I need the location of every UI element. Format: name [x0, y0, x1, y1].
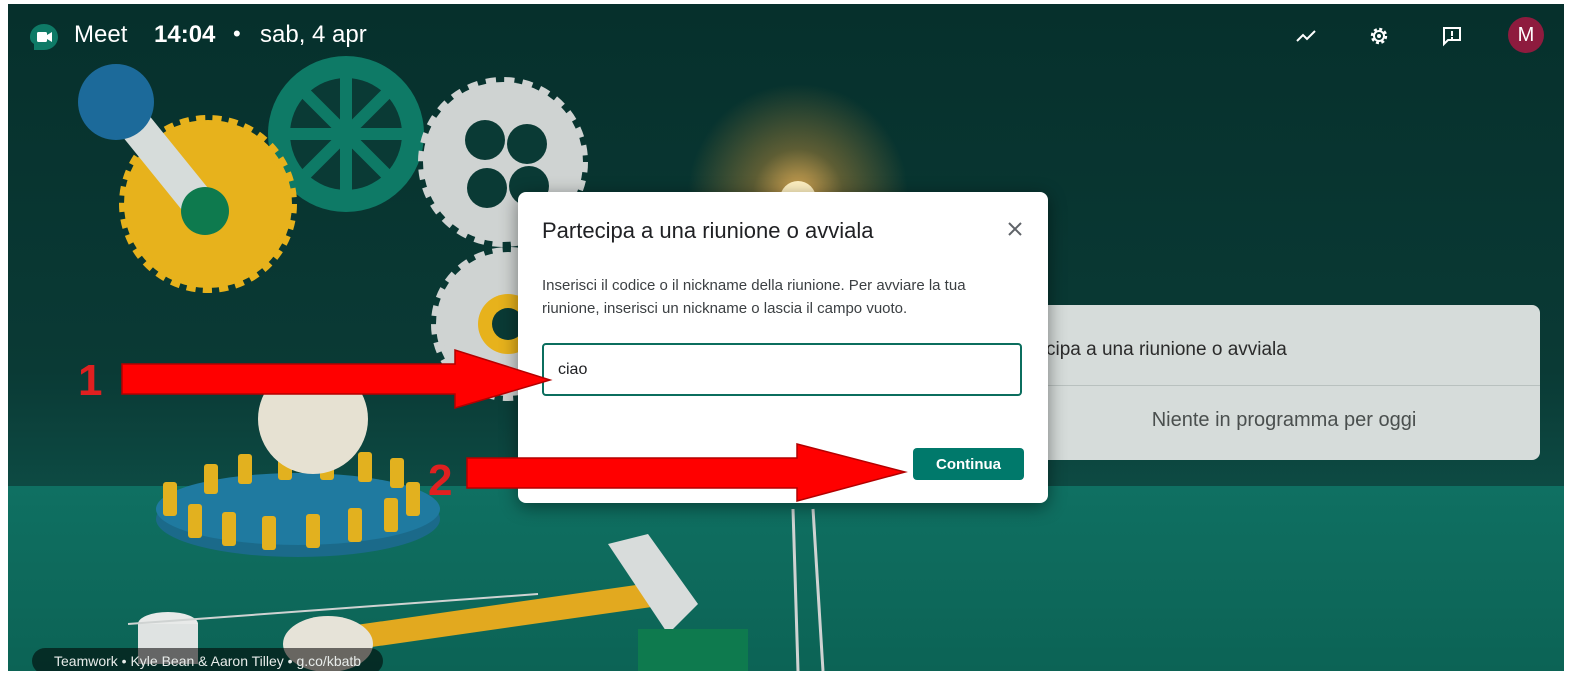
step-number-1: 1	[78, 356, 103, 405]
arrow-1	[121, 348, 553, 410]
step-number-2: 2	[428, 456, 453, 505]
annotation-overlay	[121, 348, 908, 502]
arrow-2	[466, 443, 908, 502]
